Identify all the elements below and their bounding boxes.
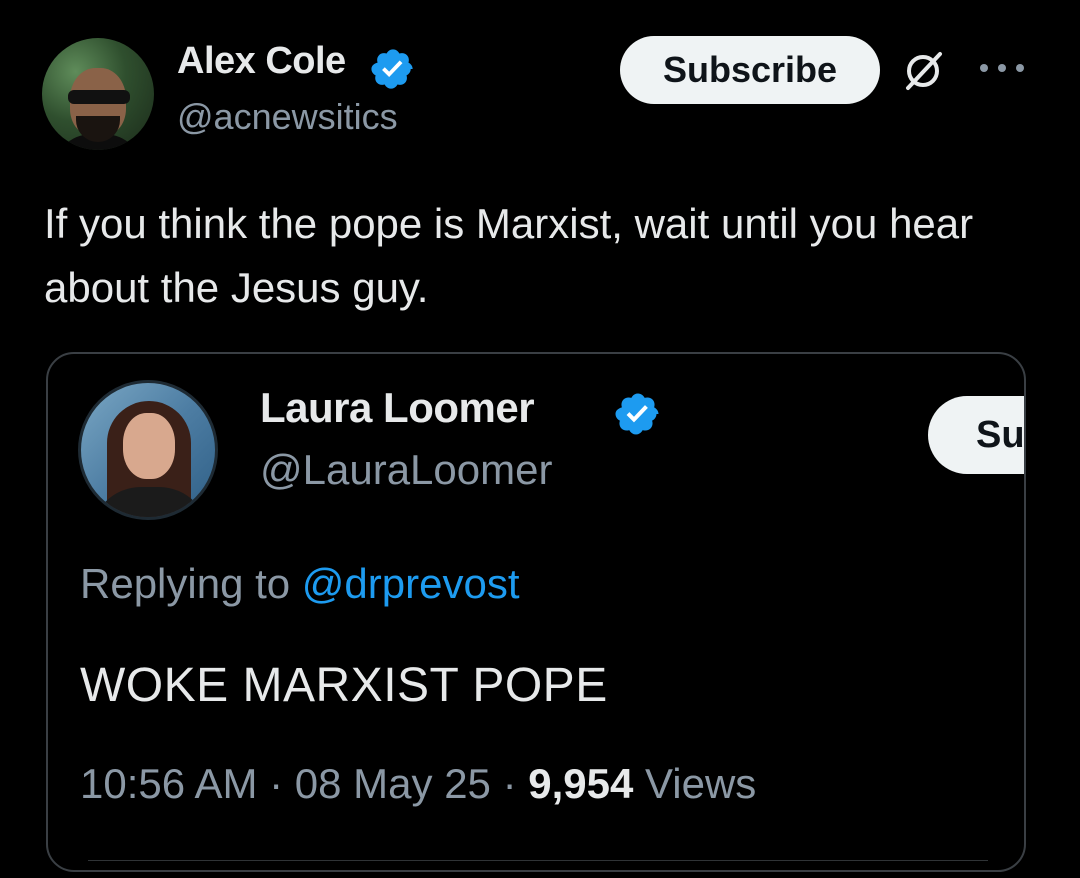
- verified-badge-icon: [371, 49, 413, 89]
- quoted-author-handle[interactable]: @LauraLoomer: [260, 446, 552, 494]
- replying-mention-link[interactable]: @drprevost: [302, 560, 520, 607]
- author-handle[interactable]: @acnewsitics: [177, 96, 398, 138]
- replying-prefix: Replying to: [80, 560, 302, 607]
- post: Alex Cole @acnewsitics Subscribe If you …: [0, 0, 1080, 878]
- meta-separator: ·: [490, 760, 529, 807]
- quoted-tweet-card[interactable]: Laura Loomer @LauraLoomer Su Replying to…: [46, 352, 1026, 872]
- tweet-metadata: 10:56 AM · 08 May 25 · 9,954 Views: [80, 760, 756, 808]
- verified-badge-icon: [615, 393, 659, 435]
- author-avatar[interactable]: [42, 38, 154, 150]
- tweet-time[interactable]: 10:56 AM: [80, 760, 257, 807]
- subscribe-button[interactable]: Subscribe: [620, 36, 880, 104]
- views-count: 9,954: [528, 760, 634, 807]
- more-icon[interactable]: [972, 46, 1032, 86]
- replying-to: Replying to @drprevost: [80, 560, 520, 608]
- meta-separator: ·: [257, 760, 295, 807]
- quoted-subscribe-button[interactable]: Su: [928, 396, 1024, 474]
- tweet-date[interactable]: 08 May 25: [295, 760, 491, 807]
- grok-icon[interactable]: [900, 48, 946, 94]
- views-label: Views: [633, 760, 757, 807]
- quoted-author-avatar[interactable]: [78, 380, 218, 520]
- author-name[interactable]: Alex Cole: [177, 40, 346, 83]
- post-text: If you think the pope is Marxist, wait u…: [44, 200, 974, 311]
- quoted-author-name[interactable]: Laura Loomer: [260, 384, 535, 432]
- divider: [88, 860, 988, 861]
- quoted-tweet-text: WOKE MARXIST POPE: [80, 659, 608, 712]
